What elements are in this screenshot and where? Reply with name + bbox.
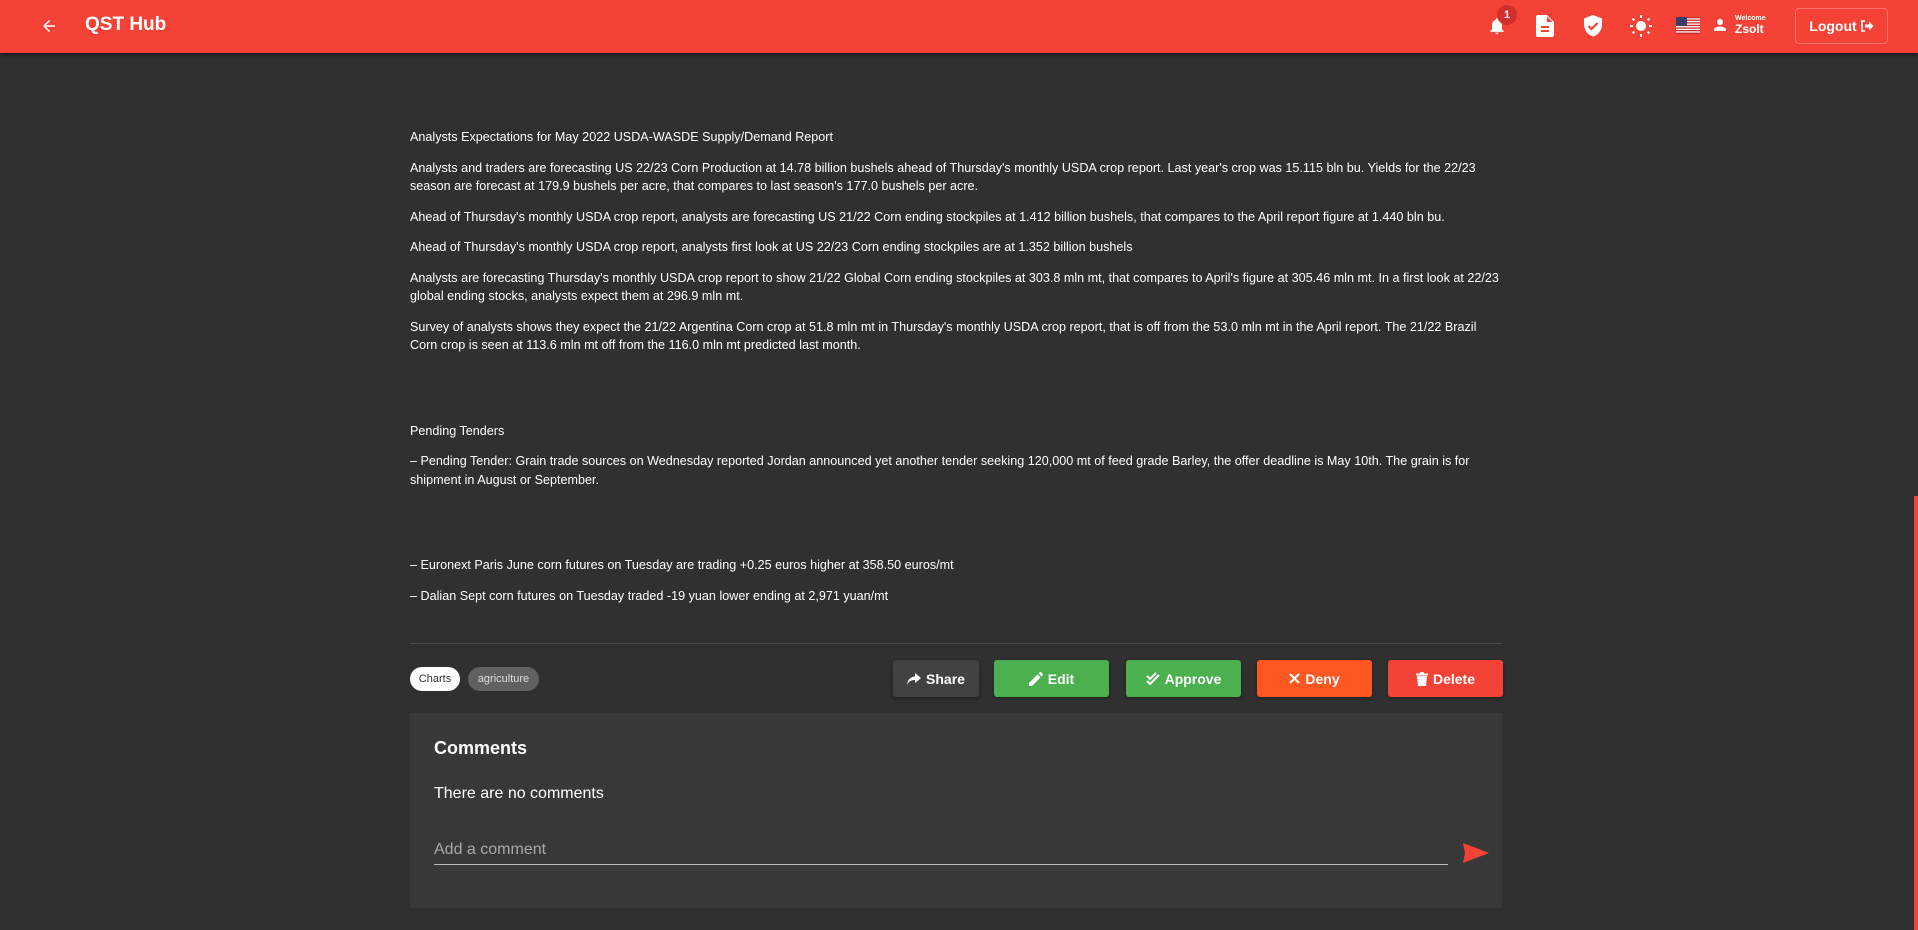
- sun-icon: [1630, 15, 1652, 37]
- document-icon: [1536, 15, 1554, 37]
- article-paragraph: Analysts are forecasting Thursday's mont…: [410, 270, 1499, 304]
- documents-button[interactable]: [1532, 13, 1558, 39]
- tag-chip[interactable]: agriculture: [468, 667, 539, 691]
- comments-panel: Comments There are no comments: [410, 713, 1502, 908]
- close-icon: [1289, 673, 1301, 684]
- approve-label: Approve: [1164, 670, 1222, 687]
- edit-label: Edit: [1047, 670, 1075, 687]
- logout-icon: [1860, 20, 1874, 32]
- delete-label: Delete: [1432, 670, 1476, 687]
- article-paragraph: – Dalian Sept corn futures on Tuesday tr…: [410, 588, 889, 603]
- comments-title: Comments: [434, 738, 528, 758]
- tag-chip[interactable]: Charts: [410, 667, 460, 691]
- article-paragraph: – Pending Tender: Grain trade sources on…: [410, 454, 1470, 487]
- arrow-back-icon: [43, 20, 55, 32]
- delete-button[interactable]: Delete: [1388, 660, 1503, 697]
- edit-button[interactable]: Edit: [994, 660, 1109, 697]
- scrollbar[interactable]: [1914, 496, 1918, 930]
- shield-check-icon: [1584, 15, 1602, 37]
- logout-button[interactable]: Logout: [1795, 8, 1888, 44]
- send-icon[interactable]: [1463, 841, 1489, 865]
- user-icon: [1714, 19, 1726, 31]
- article-body: Analysts Expectations for May 2022 USDA-…: [410, 128, 1502, 617]
- approve-button[interactable]: Approve: [1126, 660, 1241, 697]
- article-paragraph: Ahead of Thursday's monthly USDA crop re…: [410, 209, 1445, 224]
- share-button[interactable]: Share: [893, 660, 979, 697]
- theme-toggle-button[interactable]: [1628, 13, 1654, 39]
- back-button[interactable]: [36, 13, 62, 39]
- username-label: Zsolt: [1735, 22, 1764, 36]
- deny-button[interactable]: Deny: [1257, 660, 1372, 697]
- notification-badge: 1: [1497, 5, 1517, 25]
- article-paragraph: Survey of analysts shows they expect the…: [410, 319, 1477, 353]
- article-paragraph: – Euronext Paris June corn futures on Tu…: [410, 558, 954, 572]
- double-check-icon: [1145, 671, 1160, 685]
- deny-label: Deny: [1305, 670, 1340, 687]
- user-menu[interactable]: Welcome Zsolt: [1711, 15, 1766, 35]
- section-title: Pending Tenders: [410, 423, 505, 438]
- app-title: QST Hub: [85, 14, 167, 35]
- article-paragraph: Analysts and traders are forecasting US …: [410, 160, 1476, 194]
- us-flag-icon[interactable]: [1676, 17, 1700, 34]
- article-paragraph: Ahead of Thursday's monthly USDA crop re…: [410, 240, 1133, 254]
- approvals-button[interactable]: [1580, 13, 1606, 39]
- pencil-icon: [1028, 671, 1043, 686]
- section-title: Analysts Expectations for May 2022 USDA-…: [410, 130, 834, 144]
- share-icon: [907, 672, 922, 685]
- top-app-bar: QST Hub 1 Welcome Zsolt Logout: [0, 0, 1918, 53]
- logout-label: Logout: [1809, 18, 1857, 34]
- share-label: Share: [926, 670, 965, 687]
- divider: [410, 643, 1502, 644]
- comment-input[interactable]: [434, 835, 1448, 865]
- trash-icon: [1415, 671, 1428, 686]
- welcome-label: Welcome: [1735, 15, 1766, 22]
- empty-comments-text: There are no comments: [434, 785, 604, 802]
